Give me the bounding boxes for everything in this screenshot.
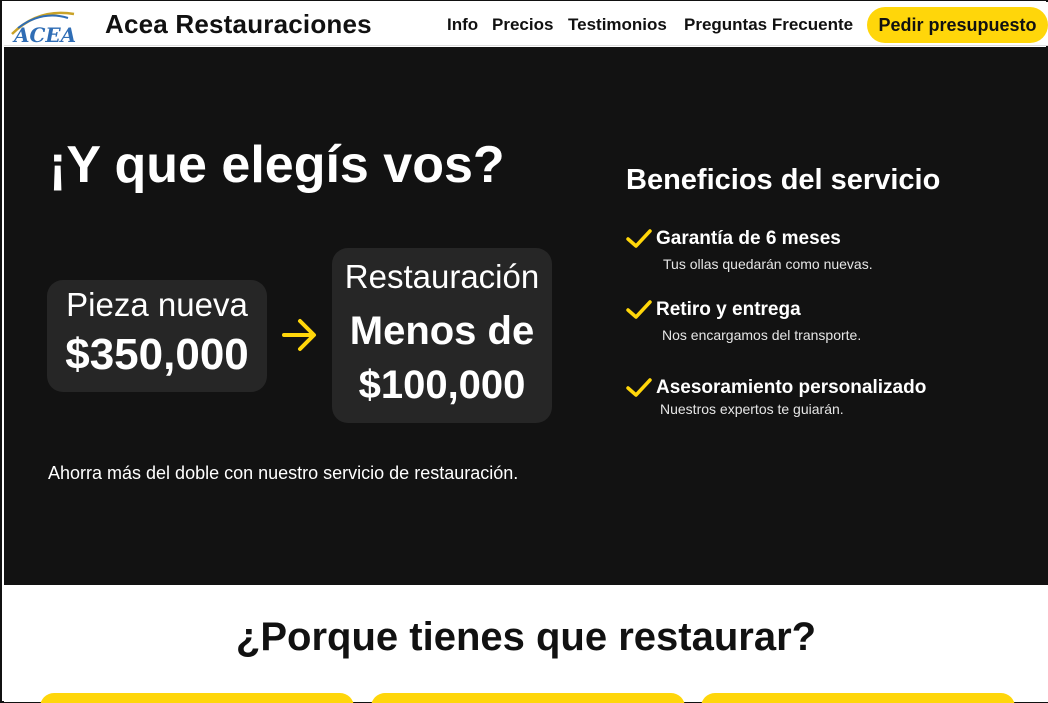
hero-section: ¡Y que elegís vos? Pieza nueva $350,000 … — [4, 47, 1048, 585]
check-icon — [626, 229, 652, 248]
benefit-title: Garantía de 6 meses — [656, 228, 841, 249]
nav-testimonios[interactable]: Testimonios — [568, 15, 667, 35]
savings-note: Ahorra más del doble con nuestro servici… — [48, 463, 519, 483]
reason-card — [701, 693, 1015, 703]
benefit-title: Asesoramiento personalizado — [656, 377, 927, 398]
nav-info[interactable]: Info — [447, 15, 478, 35]
logo-text: ACEA — [12, 23, 76, 46]
new-part-price: $350,000 — [65, 330, 249, 379]
site-header: ACEA Acea Restauraciones Info Precios Te… — [4, 2, 1048, 46]
page-frame: ACEA Acea Restauraciones Info Precios Te… — [0, 0, 1048, 703]
nav-precios[interactable]: Precios — [492, 15, 553, 35]
restoration-label: Restauración — [344, 258, 540, 295]
brand-name[interactable]: Acea Restauraciones — [105, 9, 372, 40]
check-icon — [626, 300, 652, 319]
benefit-desc: Tus ollas quedarán como nuevas. — [663, 256, 873, 272]
restoration-price-prefix: Menos de — [349, 309, 535, 353]
reason-card — [371, 693, 685, 703]
request-quote-button[interactable]: Pedir presupuesto — [867, 7, 1048, 43]
new-part-price-card: Pieza nueva $350,000 — [47, 280, 267, 392]
restoration-price: $100,000 — [358, 363, 526, 407]
section-title: ¿Porque tienes que restaurar? — [235, 615, 817, 659]
why-restore-section: ¿Porque tienes que restaurar? — [4, 585, 1048, 703]
new-part-label: Pieza nueva — [66, 286, 248, 323]
nav-preguntas-frecuentes[interactable]: Preguntas Frecuente — [684, 15, 853, 35]
arrow-right-icon — [282, 319, 316, 351]
check-icon — [626, 378, 652, 397]
acea-logo[interactable]: ACEA — [8, 4, 78, 46]
hero-title: ¡Y que elegís vos? — [49, 136, 505, 194]
restoration-price-card: Restauración Menos de $100,000 — [332, 248, 552, 423]
benefits-title: Beneficios del servicio — [626, 164, 941, 196]
benefit-title: Retiro y entrega — [656, 299, 801, 320]
benefit-desc: Nos encargamos del transporte. — [662, 327, 862, 343]
reason-card — [40, 693, 354, 703]
benefit-desc: Nuestros expertos te guiarán. — [660, 401, 844, 417]
